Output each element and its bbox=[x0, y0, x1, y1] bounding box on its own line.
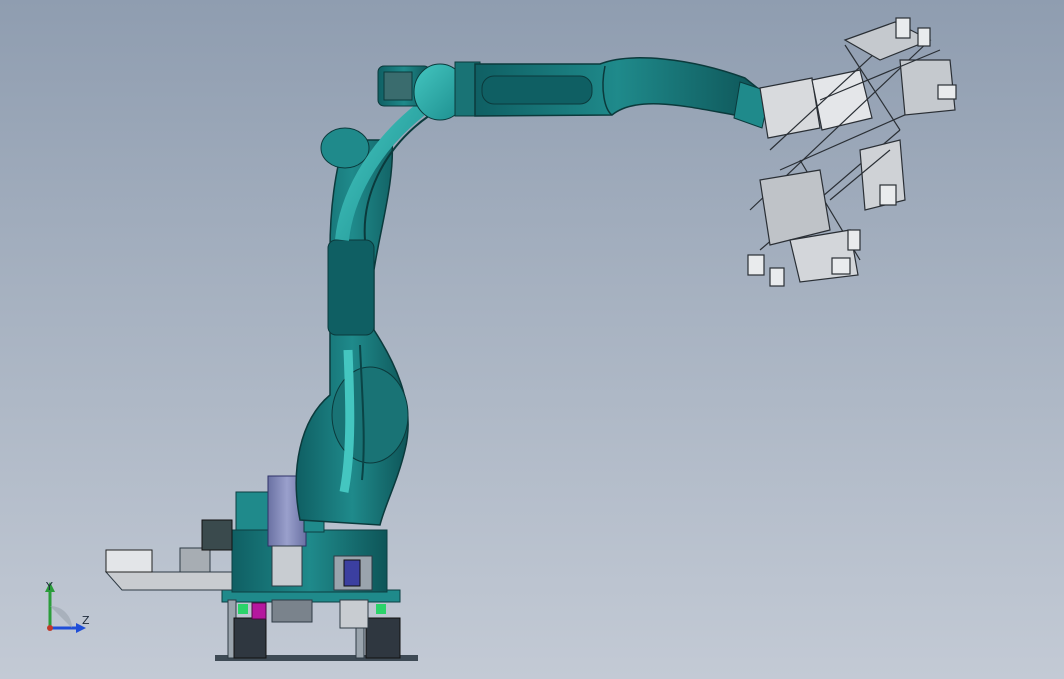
upper-arm bbox=[474, 57, 761, 119]
base-frame bbox=[215, 589, 418, 661]
y-axis-label: Y bbox=[46, 580, 53, 593]
lower-arm bbox=[295, 104, 431, 526]
side-tray bbox=[104, 547, 246, 591]
robot-model-scene[interactable] bbox=[0, 0, 1064, 679]
end-effector bbox=[747, 17, 957, 287]
cad-viewport[interactable]: Y Z bbox=[0, 0, 1064, 679]
coordinate-triad: Y Z bbox=[40, 578, 100, 638]
elbow-joint bbox=[377, 61, 481, 121]
z-axis-label: Z bbox=[82, 614, 90, 627]
